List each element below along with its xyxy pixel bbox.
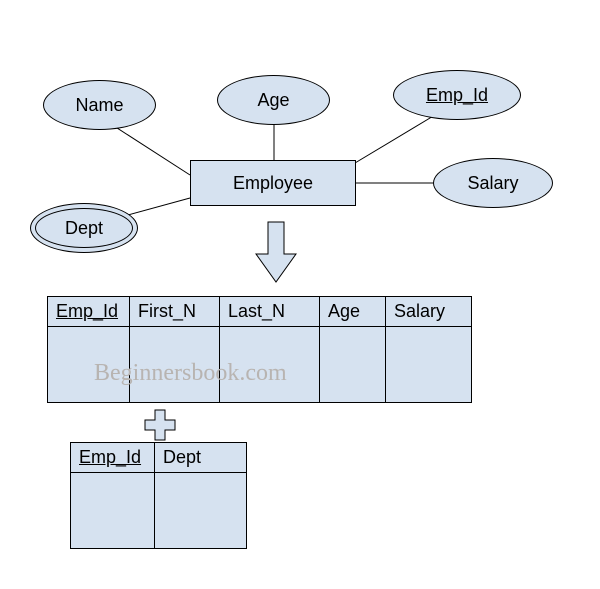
employee-table: Emp_Id First_N Last_N Age Salary bbox=[47, 296, 472, 403]
attribute-dept-inner: Dept bbox=[35, 208, 133, 248]
arrow-down-icon bbox=[254, 220, 298, 286]
attribute-label: Salary bbox=[467, 173, 518, 194]
attribute-emp-id: Emp_Id bbox=[393, 70, 521, 120]
attribute-age: Age bbox=[217, 75, 330, 125]
plus-icon bbox=[143, 408, 177, 442]
attribute-dept-multivalued: Dept bbox=[30, 203, 138, 253]
attribute-name: Name bbox=[43, 80, 156, 130]
table-header-row: Emp_Id Dept bbox=[71, 443, 247, 473]
col-emp-id: Emp_Id bbox=[48, 297, 130, 327]
dept-table: Emp_Id Dept bbox=[70, 442, 247, 549]
entity-employee: Employee bbox=[190, 160, 356, 206]
table-row bbox=[71, 473, 247, 549]
col-age: Age bbox=[320, 297, 386, 327]
attribute-label: Name bbox=[75, 95, 123, 116]
attribute-label: Emp_Id bbox=[426, 85, 488, 106]
attribute-salary: Salary bbox=[433, 158, 553, 208]
col-dept: Dept bbox=[155, 443, 247, 473]
col-first-n: First_N bbox=[130, 297, 220, 327]
attribute-label: Age bbox=[257, 90, 289, 111]
col-last-n: Last_N bbox=[220, 297, 320, 327]
table-row bbox=[48, 327, 472, 403]
entity-label: Employee bbox=[233, 173, 313, 194]
col-salary: Salary bbox=[386, 297, 472, 327]
attribute-label: Dept bbox=[65, 218, 103, 239]
col-emp-id: Emp_Id bbox=[71, 443, 155, 473]
table-header-row: Emp_Id First_N Last_N Age Salary bbox=[48, 297, 472, 327]
